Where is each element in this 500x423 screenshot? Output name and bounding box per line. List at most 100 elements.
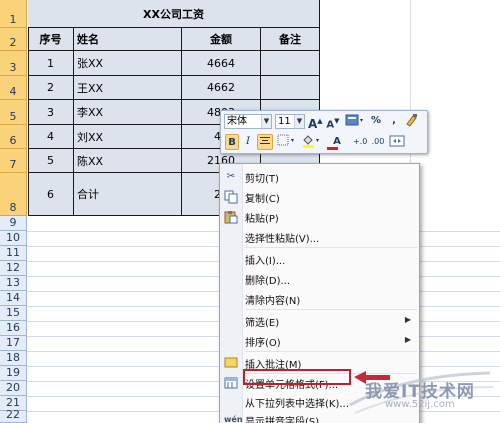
cell-name[interactable]: 陈XX: [74, 149, 181, 172]
row-header-6[interactable]: 6: [0, 125, 27, 149]
row-header-13[interactable]: 13: [0, 276, 27, 291]
cell-no[interactable]: 1: [28, 51, 73, 75]
row-header-22[interactable]: 22: [0, 408, 27, 423]
cell-name[interactable]: 王XX: [74, 76, 181, 99]
cell-amount[interactable]: 4664: [182, 51, 260, 75]
menu-item-clear-contents[interactable]: 清除内容(N): [220, 289, 419, 309]
header-cell-note[interactable]: 备注: [261, 28, 319, 50]
comma-style-button[interactable]: ,: [387, 113, 401, 129]
cell-name[interactable]: 刘XX: [74, 125, 181, 148]
cell-no[interactable]: 5: [28, 149, 73, 172]
header-cell-name[interactable]: 姓名: [74, 28, 181, 50]
pinyin-icon: wén: [224, 415, 243, 423]
submenu-arrow-icon: ▶: [404, 335, 411, 344]
accounting-format-button[interactable]: [344, 113, 366, 129]
menu-item-delete[interactable]: 删除(D)...: [220, 269, 419, 289]
font-size-value: 11: [278, 116, 291, 127]
row-header-16[interactable]: 16: [0, 321, 27, 336]
font-color-button[interactable]: A: [326, 134, 348, 150]
row-header-1[interactable]: 1: [0, 0, 27, 28]
grow-font-button[interactable]: A▲: [308, 113, 323, 131]
menu-separator: [245, 309, 417, 310]
menu-item-label: 选择性粘贴(V)...: [245, 234, 320, 245]
increase-decimal-button[interactable]: +.0: [353, 134, 367, 150]
row-header-8[interactable]: 8: [0, 173, 27, 216]
cell-no[interactable]: 2: [28, 76, 73, 99]
format-painter-button[interactable]: [404, 113, 420, 129]
menu-item-sort[interactable]: 排序(O) ▶: [220, 331, 419, 351]
menu-item-filter[interactable]: 筛选(E) ▶: [220, 311, 419, 331]
row-header-2[interactable]: 2: [0, 28, 27, 51]
center-align-button[interactable]: [257, 134, 273, 150]
header-cell-amount[interactable]: 金额: [182, 28, 260, 50]
format-painter-icon: [406, 114, 417, 127]
cell-name[interactable]: 李XX: [74, 100, 181, 124]
row-header-19[interactable]: 19: [0, 366, 27, 381]
cell-no[interactable]: 4: [28, 125, 73, 148]
bold-button[interactable]: B: [225, 134, 239, 150]
highlight-box: [243, 369, 351, 385]
menu-item-copy[interactable]: 复制(C): [220, 187, 419, 207]
shrink-font-button[interactable]: A▼: [326, 113, 340, 131]
menu-item-label: 清除内容(N): [245, 296, 301, 307]
chevron-down-icon[interactable]: ▼: [261, 115, 271, 128]
row-header-4[interactable]: 4: [0, 76, 27, 100]
row-header-11[interactable]: 11: [0, 246, 27, 261]
merge-cells-icon: [389, 135, 405, 147]
decrease-decimal-button[interactable]: .00: [371, 134, 385, 150]
spreadsheet-window: 1 2 3 4 5 6 7 8 9 10 11 12 13 14 15 16 1…: [0, 0, 500, 423]
row-header-15[interactable]: 15: [0, 306, 27, 321]
comment-icon: [224, 356, 238, 370]
percent-style-button[interactable]: %: [369, 113, 383, 129]
row-header-17[interactable]: 17: [0, 336, 27, 351]
cell-no[interactable]: 6: [28, 173, 73, 215]
row-header-12[interactable]: 12: [0, 261, 27, 276]
menu-item-label: 筛选(E): [245, 318, 280, 329]
menu-item-label: 排序(O): [245, 338, 281, 349]
italic-button[interactable]: I: [241, 134, 255, 150]
row-header-18[interactable]: 18: [0, 351, 27, 366]
mini-toolbar: 宋体 ▼ 11 ▼ A▲ A▼ % , B I A +.0 .00: [220, 110, 428, 154]
format-cells-icon: [224, 376, 238, 390]
font-color-icon: A: [333, 136, 341, 147]
align-center-icon: [260, 137, 270, 144]
cell-no[interactable]: 3: [28, 100, 73, 124]
menu-item-label: 删除(D)...: [245, 276, 291, 287]
menu-item-label: 剪切(T): [245, 174, 279, 185]
menu-separator: [245, 247, 417, 248]
copy-icon: [224, 190, 238, 204]
menu-item-insert[interactable]: 插入(I)...: [220, 249, 419, 269]
header-cell-no[interactable]: 序号: [28, 28, 73, 50]
chevron-down-icon[interactable]: ▼: [294, 115, 304, 128]
fill-color-button[interactable]: [301, 134, 323, 150]
cell-total-label[interactable]: 合计: [74, 173, 181, 215]
borders-button[interactable]: [276, 134, 298, 150]
row-header-3[interactable]: 3: [0, 51, 27, 76]
cell-amount[interactable]: 4662: [182, 76, 260, 99]
row-header-14[interactable]: 14: [0, 291, 27, 306]
menu-item-cut[interactable]: ✂ 剪切(T): [220, 167, 419, 187]
menu-item-label: 显示拼音字段(S): [245, 417, 320, 423]
row-header-7[interactable]: 7: [0, 149, 27, 173]
cell-name[interactable]: 张XX: [74, 51, 181, 75]
menu-item-paste-special[interactable]: 选择性粘贴(V)...: [220, 227, 419, 247]
submenu-arrow-icon: ▶: [404, 315, 411, 324]
table-title[interactable]: XX公司工资: [28, 0, 319, 27]
watermark-url: www.52ij.com: [385, 399, 455, 410]
menu-item-label: 插入(I)...: [245, 256, 286, 267]
font-size-select[interactable]: 11 ▼: [275, 114, 305, 129]
row-header-9[interactable]: 9: [0, 216, 27, 231]
row-header-10[interactable]: 10: [0, 231, 27, 246]
menu-item-label: 粘贴(P): [245, 214, 279, 225]
menu-item-paste[interactable]: 粘贴(P): [220, 207, 419, 227]
row-header-5[interactable]: 5: [0, 100, 27, 125]
row-header-20[interactable]: 20: [0, 381, 27, 396]
grow-font-icon: A: [308, 117, 318, 131]
merge-center-button[interactable]: [389, 134, 405, 150]
font-name-select[interactable]: 宋体 ▼: [224, 114, 272, 129]
fill-color-icon: [303, 135, 319, 148]
borders-icon: [277, 134, 294, 146]
shrink-font-icon: A: [326, 119, 335, 131]
menu-item-label: 从下拉列表中选择(K)...: [245, 399, 349, 410]
accounting-format-icon: [345, 114, 363, 126]
